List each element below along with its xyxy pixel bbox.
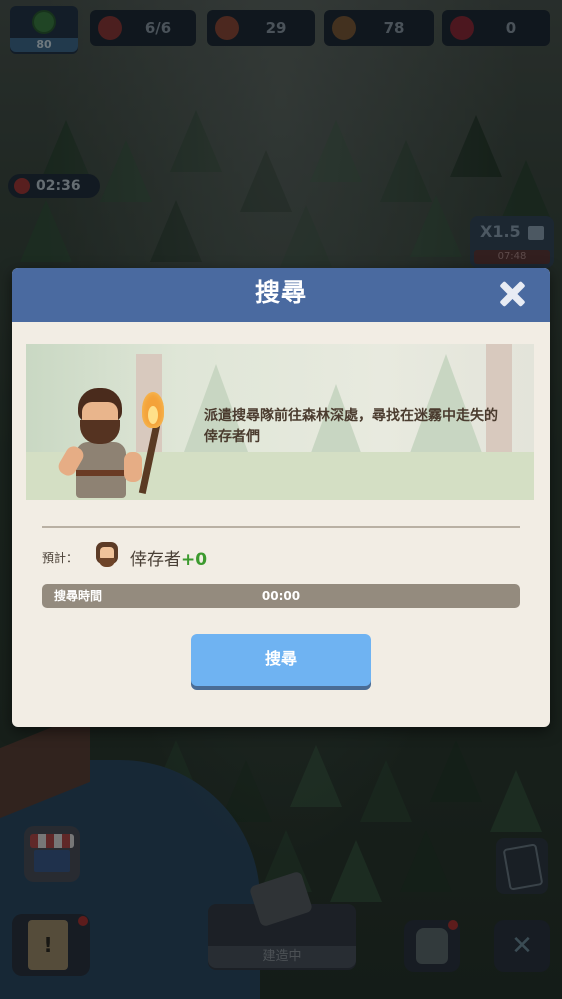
estimate-label: 預計：	[42, 551, 79, 565]
search-dialog: 搜尋 派遣搜尋隊前往森林深處，尋找在迷霧中走失的倖存者們 預計： 倖存者+0 搜…	[12, 268, 550, 727]
estimate-bonus: +0	[181, 550, 208, 570]
search-time-bar: 搜尋時間 00:00	[42, 584, 520, 608]
close-button[interactable]	[498, 280, 526, 308]
search-description: 派遣搜尋隊前往森林深處，尋找在迷霧中走失的倖存者們	[204, 408, 498, 445]
estimate-value: 倖存者+0	[130, 545, 207, 570]
torch-icon	[138, 424, 161, 494]
survivor-icon	[94, 542, 120, 570]
estimate-item: 倖存者	[130, 550, 181, 570]
divider	[42, 526, 520, 528]
dialog-header: 搜尋	[12, 268, 550, 322]
search-time-value: 00:00	[261, 589, 301, 603]
search-banner: 派遣搜尋隊前往森林深處，尋找在迷霧中走失的倖存者們	[26, 344, 534, 500]
caveman-character	[55, 384, 174, 500]
dialog-title: 搜尋	[254, 278, 307, 307]
search-button[interactable]: 搜尋	[191, 634, 371, 686]
